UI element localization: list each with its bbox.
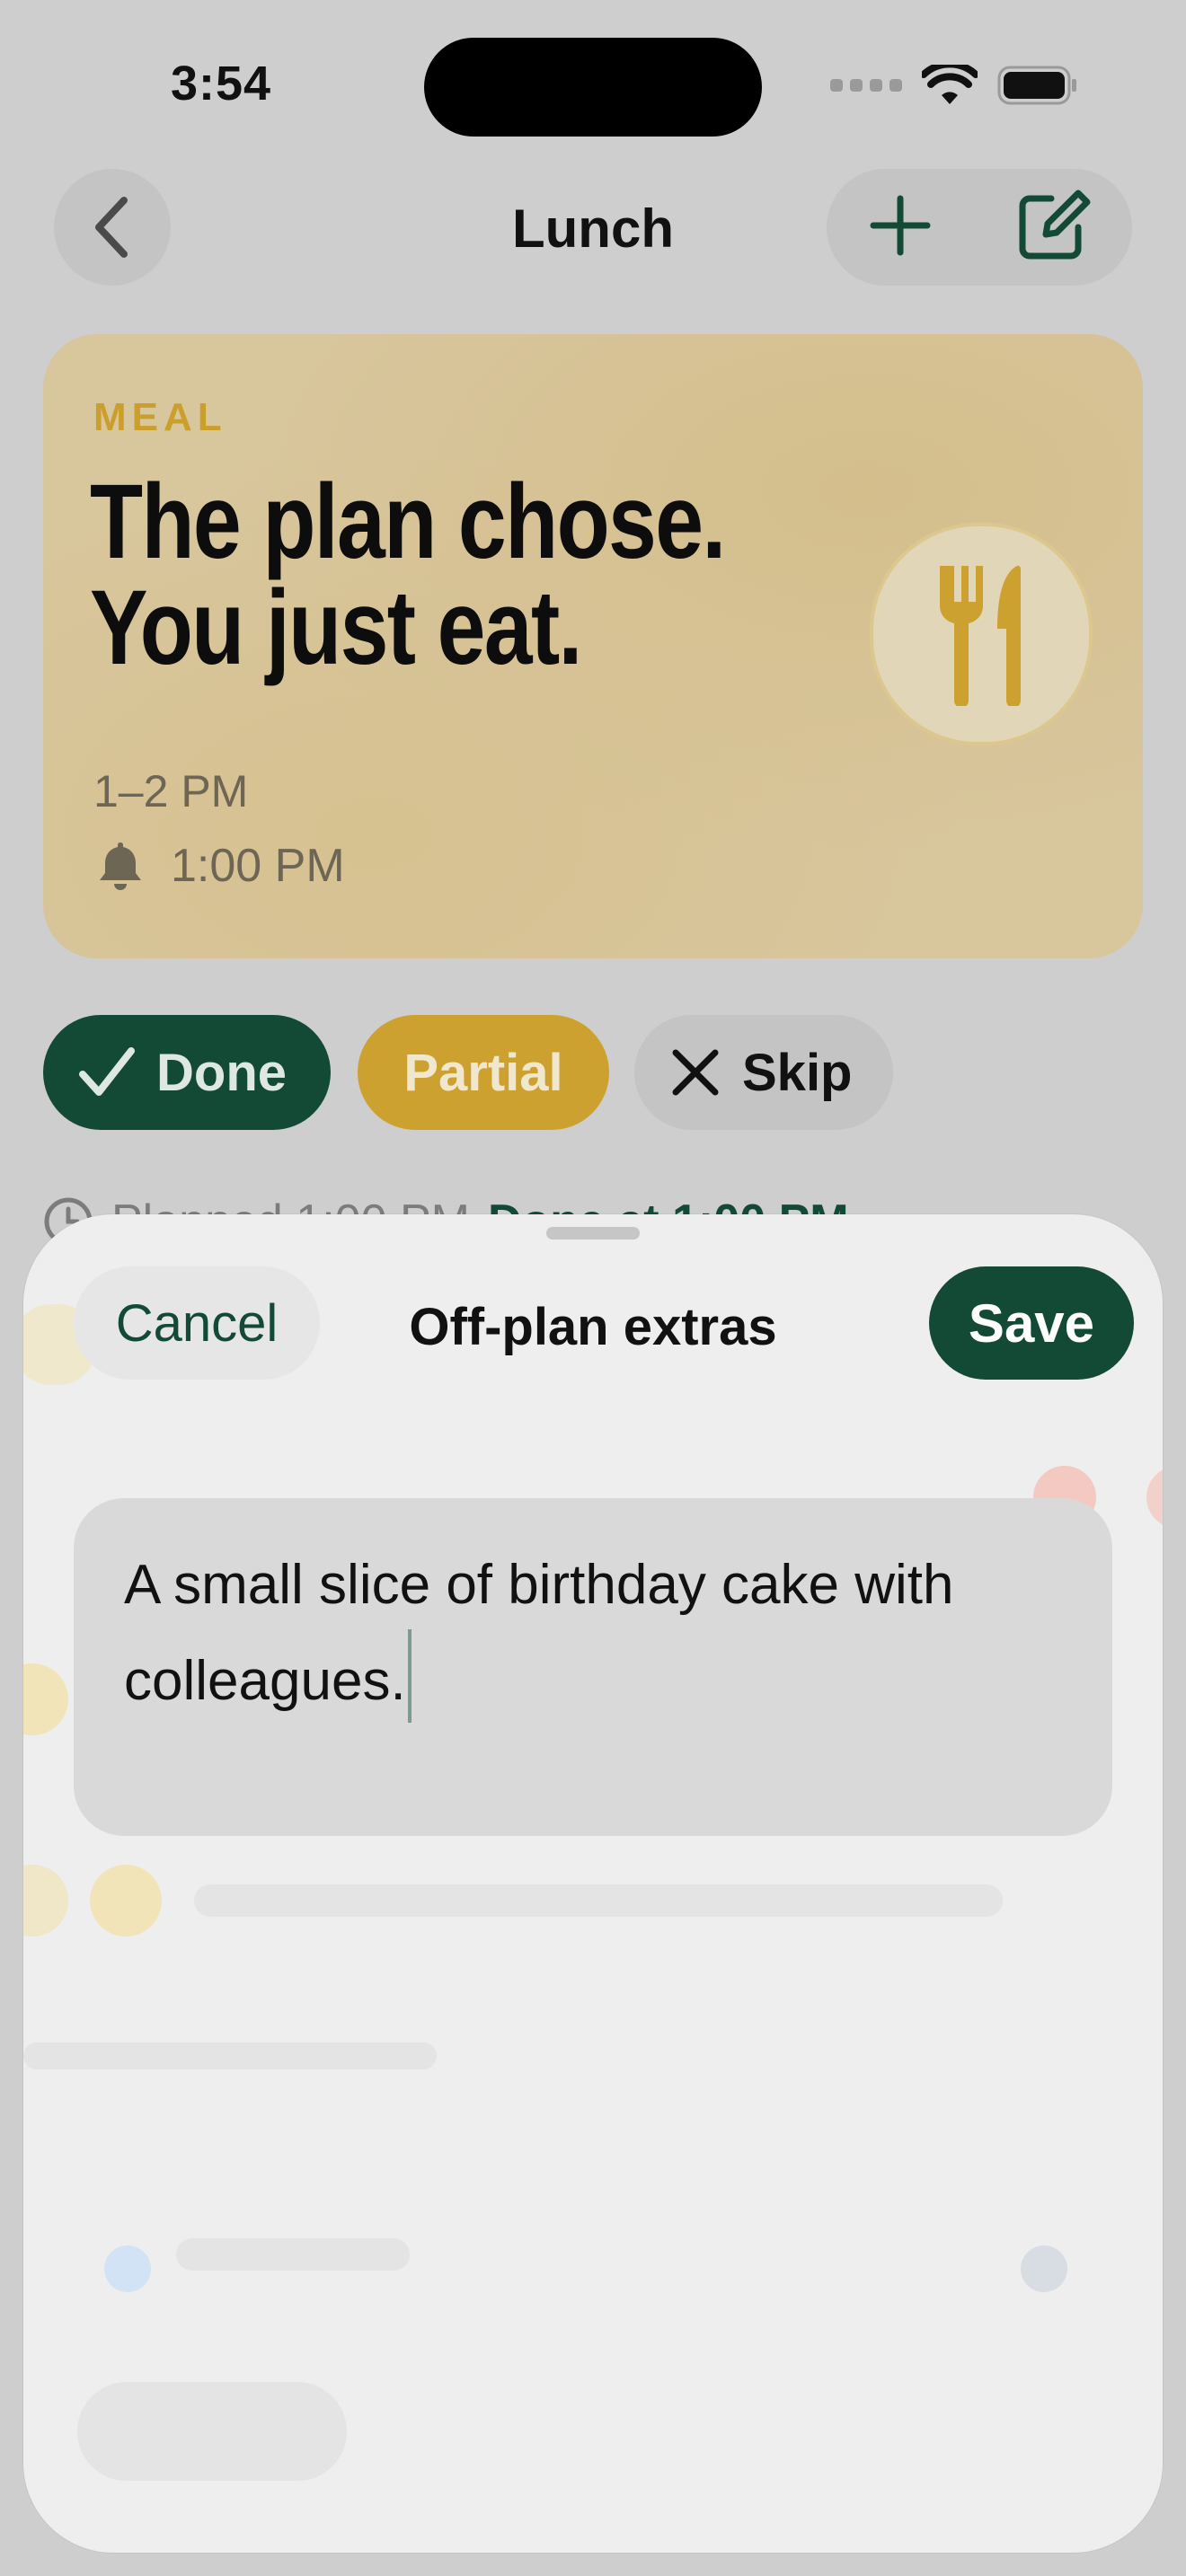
save-button[interactable]: Save [929, 1266, 1134, 1380]
status-time: 3:54 [171, 57, 272, 110]
skip-button[interactable]: Skip [634, 1015, 893, 1130]
ghost-blur [90, 1865, 162, 1936]
ghost-blur [23, 2042, 437, 2069]
meal-headline-line-1: The plan chose. [90, 463, 726, 581]
status-indicators [830, 63, 1078, 108]
ghost-blur [104, 2245, 151, 2292]
meal-icon-badge [870, 523, 1093, 745]
ghost-blur [23, 1663, 68, 1735]
fork-knife-icon [940, 565, 1021, 706]
off-plan-extras-field[interactable]: A small slice of birthday cake with coll… [74, 1498, 1112, 1836]
checkmark-icon [79, 1047, 135, 1096]
done-button[interactable]: Done [43, 1015, 331, 1130]
done-label: Done [156, 1043, 287, 1102]
meal-reminder: 1:00 PM [93, 839, 345, 893]
meal-headline: The plan chose. You just eat. [90, 469, 753, 681]
skip-label: Skip [742, 1043, 853, 1102]
dynamic-island [424, 38, 762, 137]
bell-icon [100, 842, 141, 890]
wifi-icon [922, 65, 978, 104]
x-icon [672, 1049, 719, 1096]
meal-kicker: MEAL [93, 395, 227, 439]
edit-button[interactable] [1015, 190, 1091, 266]
cellular-icon [830, 79, 902, 92]
add-button[interactable] [868, 193, 933, 262]
text-caret [407, 1629, 412, 1723]
compose-icon [1019, 190, 1091, 259]
ghost-blur [77, 2382, 347, 2481]
meal-reminder-time: 1:00 PM [171, 840, 345, 892]
partial-button[interactable]: Partial [358, 1015, 609, 1130]
ghost-blur [176, 2238, 410, 2271]
meal-headline-line-2: You just eat. [90, 569, 582, 687]
sheet-grabber[interactable] [546, 1227, 640, 1239]
ghost-blur [23, 1865, 68, 1936]
battery-icon [997, 66, 1076, 105]
off-plan-extras-value: A small slice of birthday cake with coll… [124, 1554, 954, 1712]
plus-icon [870, 195, 931, 255]
meal-time-window: 1–2 PM [93, 766, 249, 816]
ghost-blur [1021, 2245, 1067, 2292]
off-plan-extras-sheet: Cancel Off-plan extras Save A small slic… [23, 1214, 1163, 2553]
ghost-blur [1146, 1466, 1163, 1529]
partial-label: Partial [403, 1043, 563, 1102]
ghost-blur [194, 1884, 1003, 1917]
meal-card: MEAL The plan chose. You just eat. 1–2 P… [43, 334, 1143, 958]
app-screen: 3:54 Lunch MEAL The plan chose. You just… [0, 0, 1186, 2576]
nav-actions-group [827, 169, 1132, 286]
